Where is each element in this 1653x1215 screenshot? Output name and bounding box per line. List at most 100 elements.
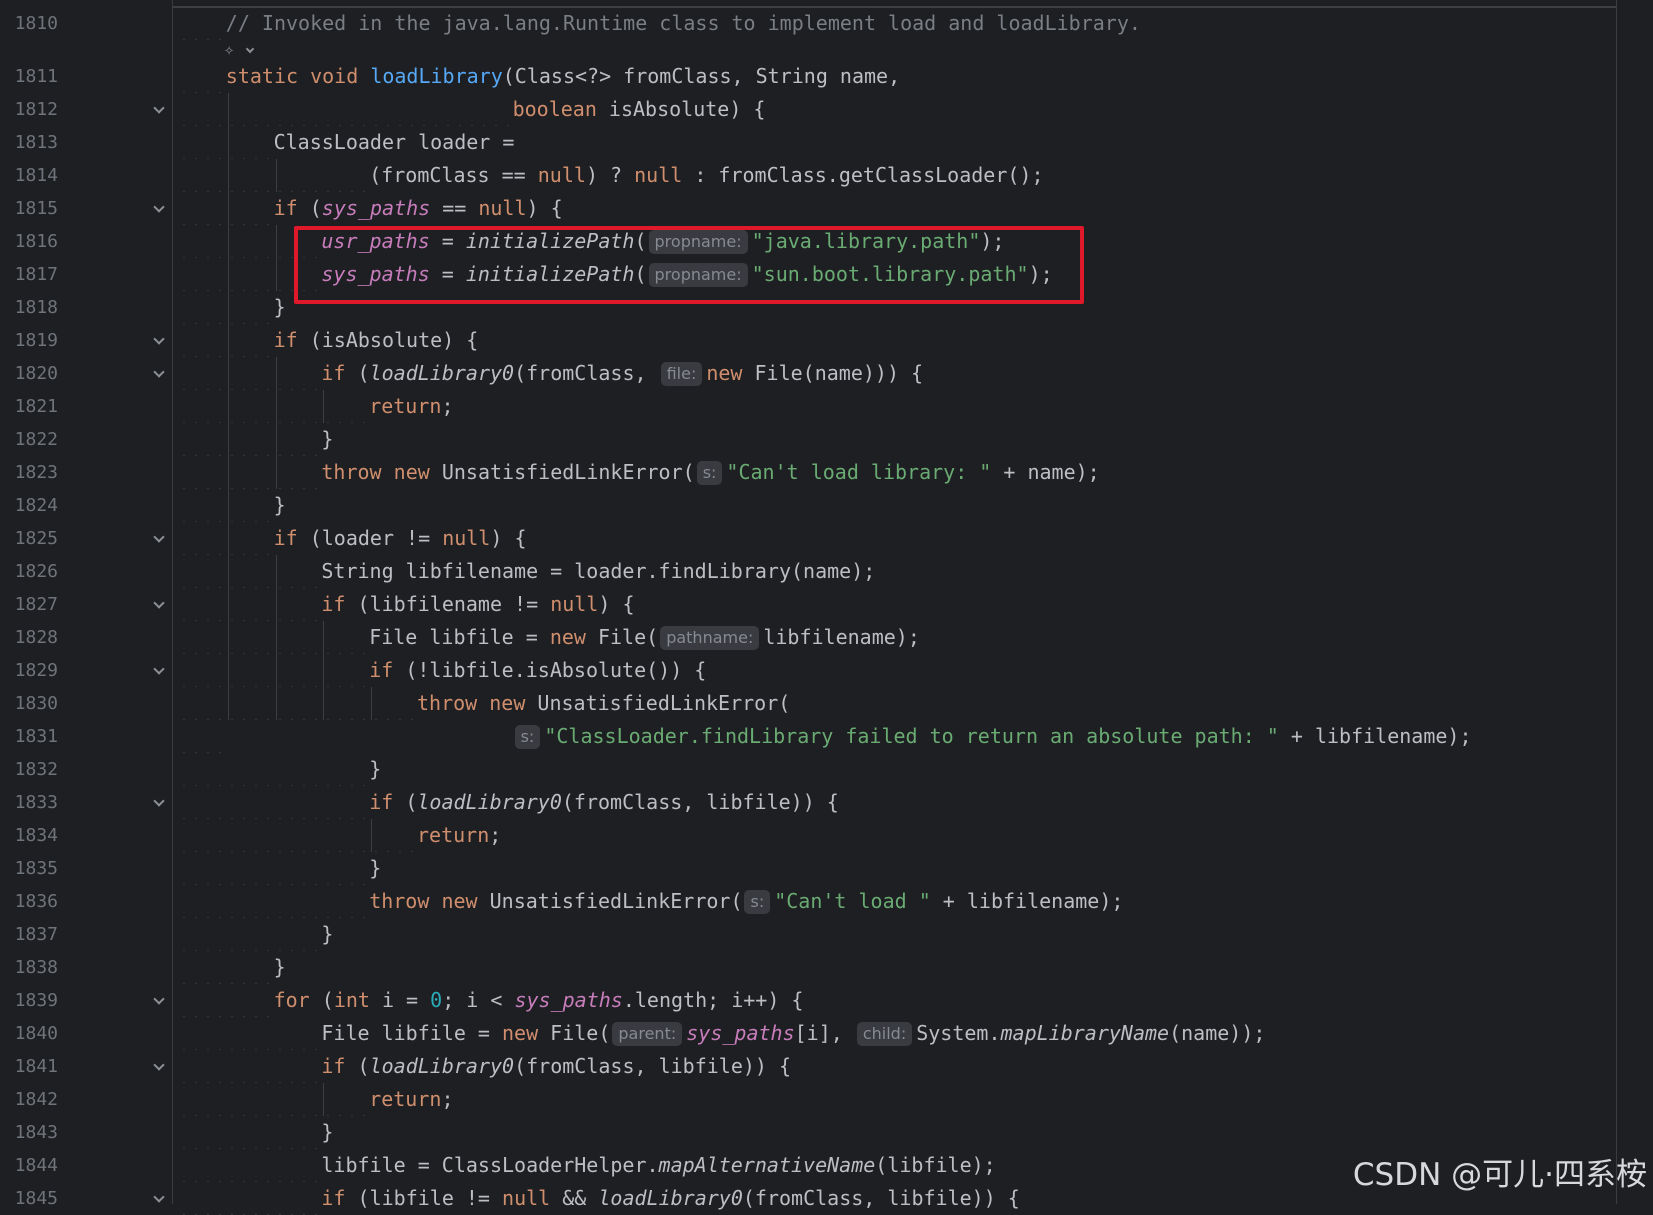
code-token: File( (585, 625, 659, 649)
code-line[interactable]: 1843} (0, 1116, 1653, 1149)
code-text[interactable]: if (!libfile.isAbsolute()) { (369, 654, 706, 687)
code-text[interactable]: throw new UnsatisfiedLinkError(s: "Can't … (321, 456, 1100, 489)
code-line[interactable]: 1835} (0, 852, 1653, 885)
code-line[interactable]: 1830 throw new UnsatisfiedLinkError( (0, 687, 1653, 720)
code-line[interactable]: 1827 if (libfilename != null) { (0, 588, 1653, 621)
fold-chevron-icon[interactable] (153, 102, 165, 114)
code-text[interactable]: return; (369, 390, 453, 423)
code-text[interactable]: } (274, 291, 286, 324)
line-number: 1839 (14, 990, 58, 1011)
code-text[interactable]: throw new UnsatisfiedLinkError(s: "Can't … (369, 885, 1123, 918)
code-line[interactable]: 1819 if (isAbsolute) { (0, 324, 1653, 357)
code-line[interactable]: 1840 File libfile = new File(parent: sys_p… (0, 1017, 1653, 1050)
fold-chevron-icon[interactable] (153, 1059, 165, 1071)
code-line[interactable]: 1841 if (loadLibrary0(fromClass, libfile)… (0, 1050, 1653, 1083)
code-line[interactable]: 1837} (0, 918, 1653, 951)
code-text[interactable]: // Invoked in the java.lang.Runtime clas… (226, 7, 1141, 40)
code-editor[interactable]: 1810 // Invoked in the java.lang.Runtime … (0, 0, 1653, 1215)
fold-chevron-icon[interactable] (153, 1191, 165, 1203)
code-text[interactable]: File libfile = new File(parent: sys_paths… (321, 1017, 1265, 1050)
code-text[interactable]: } (321, 423, 333, 456)
code-text[interactable]: throw new UnsatisfiedLinkError( (417, 687, 790, 720)
code-text[interactable]: if (libfile != null && loadLibrary0(from… (321, 1182, 1019, 1215)
chevron-down-icon[interactable] (245, 44, 255, 54)
code-line[interactable]: 1823 throw new UnsatisfiedLinkError(s: "Ca… (0, 456, 1653, 489)
fold-chevron-icon[interactable] (153, 333, 165, 345)
code-line[interactable]: 1839 for (int i = 0; i < sys_paths.length… (0, 984, 1653, 1017)
code-line[interactable]: 1825 if (loader != null) { (0, 522, 1653, 555)
code-text[interactable]: } (369, 852, 381, 885)
code-token: File libfile = (369, 625, 550, 649)
code-line[interactable]: 1836 throw new UnsatisfiedLinkError(s: "Ca… (0, 885, 1653, 918)
code-text[interactable]: if (libfilename != null) { (321, 588, 634, 621)
code-line[interactable]: 1821 return; (0, 390, 1653, 423)
code-text[interactable]: if (loader != null) { (274, 522, 527, 555)
code-line[interactable]: 1811 static void loadLibrary(Class<?> fro… (0, 60, 1653, 93)
code-token: null (478, 196, 527, 220)
ai-assistant-icon[interactable]: ✧ (224, 40, 234, 60)
watermark: CSDN @可儿·四系桉 (1352, 1157, 1647, 1193)
code-text[interactable]: if (loadLibrary0(fromClass, file: new Fil… (321, 357, 923, 390)
indent-whitespace-dots (178, 126, 274, 159)
fold-chevron-icon[interactable] (153, 201, 165, 213)
code-token: loadLibrary0 (598, 1186, 743, 1210)
code-line[interactable]: 1838} (0, 951, 1653, 984)
code-text[interactable]: if (loadLibrary0(fromClass, libfile)) { (369, 786, 839, 819)
code-text[interactable]: (fromClass == null) ? null : fromClass.g… (369, 159, 1043, 192)
code-text[interactable]: if (sys_paths == null) { (274, 192, 563, 225)
indent-whitespace-dots (178, 555, 322, 588)
code-line[interactable]: 1834 return; (0, 819, 1653, 852)
code-line[interactable]: 1822} (0, 423, 1653, 456)
fold-chevron-icon[interactable] (153, 993, 165, 1005)
code-line[interactable]: 1828 File libfile = new File(pathname: lib… (0, 621, 1653, 654)
code-token: + libfilename); (1278, 724, 1472, 748)
code-token: if (321, 361, 346, 385)
code-text[interactable]: return; (369, 1083, 453, 1116)
code-text[interactable]: File libfile = new File(pathname: libfile… (369, 621, 920, 654)
fold-chevron-icon[interactable] (153, 795, 165, 807)
code-line[interactable]: 1812 boolean isAbsolute) { (0, 93, 1653, 126)
code-text[interactable]: for (int i = 0; i < sys_paths.length; i+… (274, 984, 804, 1017)
code-text[interactable]: boolean isAbsolute) { (513, 93, 766, 126)
indent-whitespace-dots (178, 291, 274, 324)
code-text[interactable]: if (isAbsolute) { (274, 324, 479, 357)
indent-guide (227, 258, 229, 291)
code-line[interactable]: 1813 ClassLoader loader = (0, 126, 1653, 159)
indent-whitespace-dots (178, 7, 226, 40)
code-text[interactable]: ClassLoader loader = (274, 126, 515, 159)
code-text[interactable]: if (loadLibrary0(fromClass, libfile)) { (321, 1050, 791, 1083)
code-line[interactable]: 1820 if (loadLibrary0(fromClass, file: new… (0, 357, 1653, 390)
fold-chevron-icon[interactable] (153, 597, 165, 609)
code-token: null (502, 1186, 551, 1210)
code-text[interactable]: } (321, 918, 333, 951)
code-token: } (273, 295, 286, 319)
code-line[interactable]: 1826 String libfilename = loader.findLibr… (0, 555, 1653, 588)
code-line[interactable]: 1814 (fromClass == null) ? null : fromCla… (0, 159, 1653, 192)
code-line[interactable]: 1842 return; (0, 1083, 1653, 1116)
indent-guide (275, 456, 277, 489)
code-line[interactable]: 1829 if (!libfile.isAbsolute()) { (0, 654, 1653, 687)
code-text[interactable]: } (369, 753, 381, 786)
code-line[interactable]: 1832} (0, 753, 1653, 786)
fold-chevron-icon[interactable] (153, 531, 165, 543)
fold-chevron-icon[interactable] (153, 663, 165, 675)
code-line[interactable]: 1815 if (sys_paths == null) { (0, 192, 1653, 225)
line-number: 1815 (14, 198, 58, 219)
code-text[interactable]: return; (417, 819, 501, 852)
code-line[interactable]: 1824} (0, 489, 1653, 522)
code-line[interactable]: 1833 if (loadLibrary0(fromClass, libfile)… (0, 786, 1653, 819)
fold-chevron-icon[interactable] (153, 366, 165, 378)
code-text[interactable]: String libfilename = loader.findLibrary(… (321, 555, 875, 588)
code-text[interactable]: s: "ClassLoader.findLibrary failed to ret… (513, 720, 1472, 753)
code-text[interactable]: } (274, 951, 286, 984)
code-text[interactable]: } (274, 489, 286, 522)
code-token: (Class<?> fromClass, String name, (502, 64, 901, 88)
indent-guide (227, 423, 229, 456)
code-line[interactable]: 1810 // Invoked in the java.lang.Runtime … (0, 7, 1653, 40)
code-text[interactable]: static void loadLibrary(Class<?> fromCla… (226, 60, 900, 93)
code-line[interactable]: 1831 s: "ClassLoader.findLibrary failed to… (0, 720, 1653, 753)
code-text[interactable]: } (321, 1116, 333, 1149)
code-text[interactable]: libfile = ClassLoaderHelper.mapAlternati… (321, 1149, 995, 1182)
